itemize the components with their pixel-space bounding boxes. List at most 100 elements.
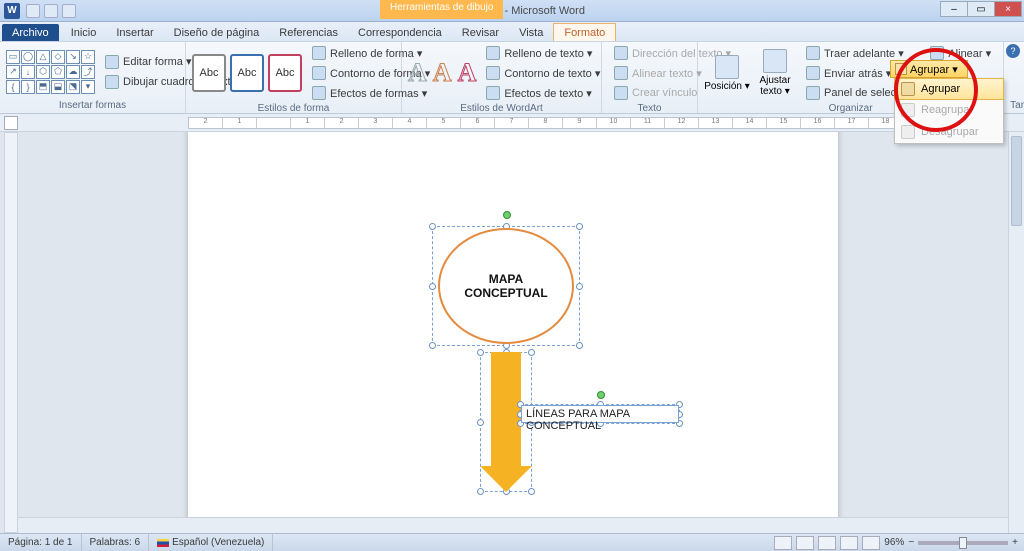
view-outline-button[interactable] [840,536,858,550]
group-insertar-formas: ▭◯△◇↘☆ ↗↓⬡⬠☁⤴ {}⬒⬓⬔▾ Editar forma ▾ Dibu… [0,42,186,113]
group-tamano: Tamaño [1004,42,1024,113]
shape-style-preview[interactable]: Abc [192,54,226,92]
selection-pane-icon [806,86,820,100]
tab-diseno-pagina[interactable]: Diseño de página [164,24,270,41]
status-bar: Página: 1 de 1 Palabras: 6 Español (Vene… [0,533,1024,551]
rotation-handle[interactable] [597,391,605,399]
ellipse-text-line2: CONCEPTUAL [464,286,547,300]
tab-correspondencia[interactable]: Correspondencia [348,24,452,41]
wordart-preview[interactable]: A [458,58,477,88]
resize-handle[interactable] [429,223,436,230]
document-workspace: MAPA CONCEPTUAL [0,132,1024,533]
effects-icon [312,86,326,100]
zoom-out-button[interactable]: − [908,537,914,548]
text-direction-icon [614,46,628,60]
shapes-gallery[interactable]: ▭◯△◇↘☆ ↗↓⬡⬠☁⤴ {}⬒⬓⬔▾ [6,50,95,94]
wordart-preview[interactable]: A [433,58,452,88]
link-icon [614,86,628,100]
qat-redo-icon[interactable] [62,4,76,18]
group-estilos-wordart: A A A Relleno de texto ▾ Contorno de tex… [402,42,602,113]
shape-style-preview[interactable]: Abc [230,54,264,92]
text-outline-icon [486,66,500,80]
ungroup-icon [901,125,915,139]
menu-item-agrupar[interactable]: Agrupar [894,78,1004,100]
menu-item-reagrupar: Reagrupar [895,99,1003,121]
ellipse-text-line1: MAPA [464,272,547,286]
group-texto: Dirección del texto ▾ Alinear texto ▾ Cr… [602,42,698,113]
group-icon [895,63,907,75]
tab-referencias[interactable]: Referencias [269,24,348,41]
scrollbar-thumb[interactable] [1011,136,1022,226]
quick-access-toolbar [26,4,76,18]
position-icon [715,55,739,79]
wordart-gallery[interactable]: A A A [408,58,476,88]
word-app-icon: W [4,3,20,19]
send-backward-icon [806,66,820,80]
ellipse-shape[interactable]: MAPA CONCEPTUAL [438,228,574,344]
vertical-scrollbar[interactable] [1008,132,1024,533]
close-button[interactable]: × [994,1,1022,17]
text-effects-button[interactable]: Efectos de texto ▾ [480,84,606,102]
textbox-icon [105,75,119,89]
shape-style-preview[interactable]: Abc [268,54,302,92]
horizontal-ruler-strip: 21123456789101112131415161718 [0,114,1024,132]
tab-vista[interactable]: Vista [509,24,553,41]
view-draft-button[interactable] [862,536,880,550]
tab-insertar[interactable]: Insertar [106,24,163,41]
position-button[interactable]: Posición ▾ [704,55,750,92]
zoom-in-button[interactable]: + [1012,537,1018,548]
regroup-icon [901,103,915,117]
resize-handle[interactable] [576,223,583,230]
text-fill-icon [486,46,500,60]
document-page[interactable]: MAPA CONCEPTUAL [188,132,838,533]
status-word-count[interactable]: Palabras: 6 [82,534,150,551]
arrow-head [480,466,532,492]
group-button-label: Agrupar ▾ [910,63,958,76]
align-icon [930,46,944,60]
rotation-handle[interactable] [503,211,511,219]
group-button[interactable]: Agrupar ▾ [890,60,968,78]
resize-handle[interactable] [576,342,583,349]
ribbon-tabs: Archivo Inicio Insertar Diseño de página… [0,22,1024,42]
ribbon: ? ▭◯△◇↘☆ ↗↓⬡⬠☁⤴ {}⬒⬓⬔▾ Editar forma ▾ Di… [0,42,1024,114]
minimize-button[interactable]: – [940,1,968,17]
text-fill-button[interactable]: Relleno de texto ▾ [480,44,606,62]
zoom-slider[interactable] [918,541,1008,545]
resize-handle[interactable] [576,283,583,290]
resize-handle[interactable] [429,283,436,290]
group-estilos-forma: Abc Abc Abc Relleno de forma ▾ Contorno … [186,42,402,113]
tab-selector-button[interactable] [4,116,18,130]
flag-icon [157,539,169,547]
tab-revisar[interactable]: Revisar [452,24,509,41]
zoom-slider-knob[interactable] [959,537,967,549]
horizontal-scrollbar[interactable] [18,517,1008,533]
fill-icon [312,46,326,60]
wordart-preview[interactable]: A [408,58,427,88]
qat-save-icon[interactable] [26,4,40,18]
view-print-layout-button[interactable] [774,536,792,550]
tab-formato[interactable]: Formato [553,23,616,41]
text-outline-button[interactable]: Contorno de texto ▾ [480,64,606,82]
textbox-shape[interactable]: LÍNEAS PARA MAPA CONCEPTUAL [521,405,679,423]
resize-handle[interactable] [429,342,436,349]
maximize-button[interactable]: ▭ [967,1,995,17]
group-title-tamano: Tamaño [1010,99,1024,113]
view-web-button[interactable] [818,536,836,550]
status-language[interactable]: Español (Venezuela) [149,534,273,551]
wrap-text-button[interactable]: Ajustar texto ▾ [752,49,798,97]
shape-style-gallery[interactable]: Abc Abc Abc [192,54,302,92]
arrow-body [491,352,521,466]
bring-forward-icon [806,46,820,60]
edit-shape-icon [105,55,119,69]
horizontal-ruler[interactable]: 21123456789101112131415161718 [188,117,1004,129]
align-text-icon [614,66,628,80]
tab-file[interactable]: Archivo [2,24,59,41]
qat-undo-icon[interactable] [44,4,58,18]
view-fullscreen-button[interactable] [796,536,814,550]
status-page[interactable]: Página: 1 de 1 [0,534,82,551]
text-effects-icon [486,86,500,100]
title-bar: W Documento1 - Microsoft Word Herramient… [0,0,1024,22]
vertical-ruler[interactable] [4,132,18,533]
tab-inicio[interactable]: Inicio [61,24,107,41]
zoom-level[interactable]: 96% [884,537,904,548]
